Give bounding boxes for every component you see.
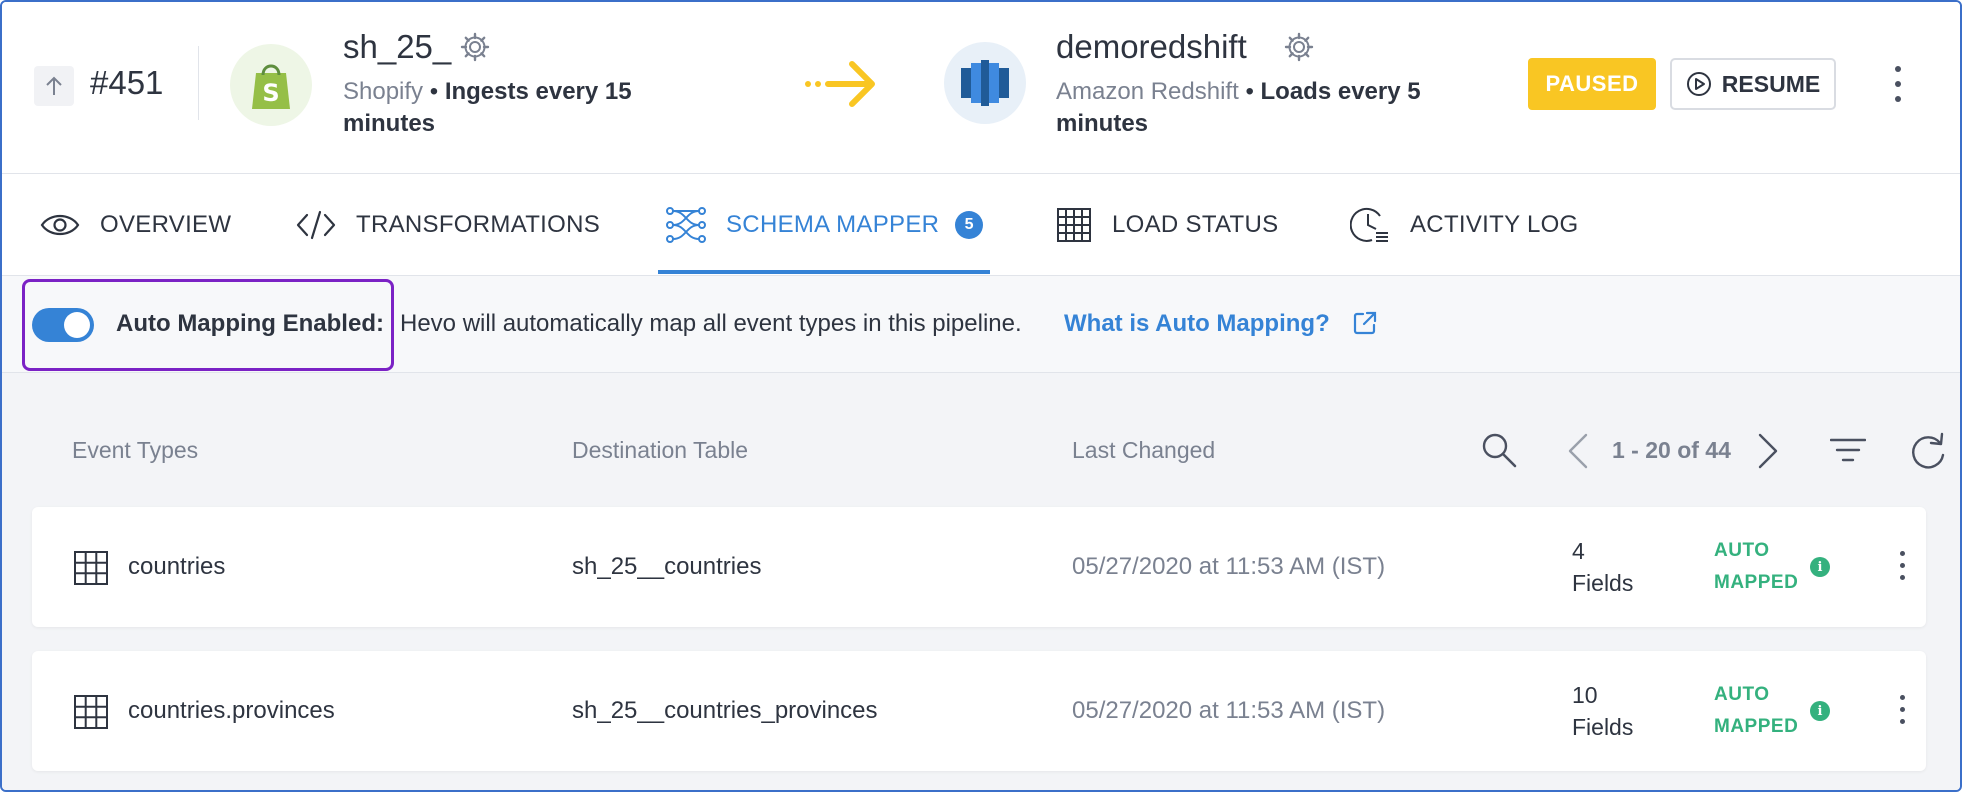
table-row[interactable]: countries.provinces sh_25__countries_pro…: [32, 651, 1926, 771]
tab-label: OVERVIEW: [100, 211, 232, 238]
status-badge: PAUSED: [1528, 58, 1656, 110]
tab-overview[interactable]: OVERVIEW: [40, 174, 231, 276]
mapping-status-line1: AUTO: [1714, 540, 1770, 561]
app-frame: #451 S sh_25_ Shopify • Ingests every 15…: [0, 0, 1962, 792]
destination-meta: Amazon Redshift • Loads every 5 minutes: [1056, 76, 1476, 140]
mapping-status: AUTO MAPPED: [1714, 679, 1804, 743]
schema-count-badge: 5: [955, 211, 984, 239]
auto-mapping-help-link[interactable]: What is Auto Mapping?: [1064, 310, 1330, 338]
more-options-icon[interactable]: [1886, 62, 1910, 106]
tab-transformations[interactable]: TRANSFORMATIONS: [296, 174, 600, 276]
refresh-icon[interactable]: [1908, 431, 1948, 476]
last-changed-date: 05/27/2020 at 11:53 AM (IST): [1072, 697, 1386, 724]
arrow-up-icon: [46, 76, 62, 95]
table-grid-icon: [74, 551, 108, 590]
code-icon: [296, 210, 336, 240]
column-header-event-types[interactable]: Event Types: [72, 437, 198, 464]
tab-label: SCHEMA MAPPER: [726, 211, 940, 238]
column-header-last-changed[interactable]: Last Changed: [1072, 437, 1215, 464]
table-row[interactable]: countries sh_25__countries 05/27/2020 at…: [32, 507, 1926, 627]
resume-button[interactable]: RESUME: [1670, 58, 1836, 110]
schema-icon: [666, 207, 706, 243]
resume-label: RESUME: [1721, 70, 1821, 97]
source-separator: •: [429, 78, 439, 105]
source-settings-gear-icon[interactable]: [460, 32, 490, 67]
header-divider: [198, 46, 199, 120]
grid-icon: [1057, 208, 1091, 242]
info-icon[interactable]: i: [1810, 701, 1830, 721]
shopify-bag-icon: S: [230, 44, 312, 126]
auto-mapping-banner: Auto Mapping Enabled: Hevo will automati…: [2, 276, 1960, 373]
pipeline-header: #451 S sh_25_ Shopify • Ingests every 15…: [2, 2, 1960, 174]
pipeline-id: #451: [90, 64, 164, 101]
previous-page-icon[interactable]: [1566, 433, 1590, 474]
table-grid-icon: [74, 695, 108, 734]
fields-label: Fields: [1572, 570, 1634, 596]
source-type: Shopify: [343, 78, 424, 105]
tab-label: LOAD STATUS: [1112, 211, 1279, 238]
redshift-icon: [944, 42, 1026, 124]
tab-label: TRANSFORMATIONS: [356, 211, 601, 238]
active-tab-indicator: [658, 270, 990, 274]
mapping-status-line2: MAPPED: [1714, 572, 1799, 593]
mapping-status-line2: MAPPED: [1714, 716, 1799, 737]
svg-text:S: S: [262, 79, 279, 107]
pagination-range: 1 - 20 of 44: [1612, 437, 1731, 463]
mapping-status-line1: AUTO: [1714, 684, 1770, 705]
schema-table-area: Event Types Destination Table Last Chang…: [2, 373, 1960, 790]
event-type-name[interactable]: countries.provinces: [128, 697, 335, 725]
search-icon[interactable]: [1480, 431, 1518, 474]
clock-log-icon: [1350, 207, 1388, 242]
fields-label: Fields: [1572, 714, 1634, 740]
last-changed-date: 05/27/2020 at 11:53 AM (IST): [1072, 553, 1386, 580]
back-up-button[interactable]: [34, 66, 74, 106]
play-circle-icon: [1686, 72, 1711, 96]
fields-count: 10 Fields: [1572, 679, 1652, 743]
fields-number: 10: [1572, 682, 1598, 708]
tab-activity-log[interactable]: ACTIVITY LOG: [1350, 174, 1579, 276]
destination-separator: •: [1245, 78, 1254, 105]
row-more-options-icon[interactable]: [1894, 691, 1910, 727]
tab-load-status[interactable]: LOAD STATUS: [1056, 174, 1278, 276]
filter-icon[interactable]: [1829, 437, 1867, 468]
destination-table-name: sh_25__countries: [572, 553, 762, 580]
auto-mapping-description: Hevo will automatically map all event ty…: [400, 310, 1022, 337]
event-type-name[interactable]: countries: [128, 553, 225, 581]
next-page-icon[interactable]: [1756, 433, 1780, 474]
pipeline-arrow-icon: [802, 54, 882, 119]
external-link-icon[interactable]: [1352, 310, 1378, 341]
eye-icon: [40, 214, 80, 236]
fields-count: 4 Fields: [1572, 535, 1652, 599]
source-meta: Shopify • Ingests every 15 minutes: [343, 76, 663, 140]
column-header-destination-table[interactable]: Destination Table: [572, 437, 748, 464]
toggle-knob: [64, 312, 90, 338]
destination-settings-gear-icon[interactable]: [1284, 32, 1314, 67]
pipeline-tabs: OVERVIEW TRANSFORMATIONS SCHEMA MAPPER 5: [2, 174, 1960, 276]
destination-name[interactable]: demoredshift: [1056, 28, 1247, 66]
auto-mapping-toggle[interactable]: [32, 308, 94, 342]
tab-label: ACTIVITY LOG: [1410, 211, 1579, 238]
destination-type: Amazon Redshift: [1056, 78, 1239, 105]
row-more-options-icon[interactable]: [1894, 547, 1910, 583]
mapping-status: AUTO MAPPED: [1714, 535, 1804, 599]
destination-table-name: sh_25__countries_provinces: [572, 697, 878, 724]
source-name[interactable]: sh_25_: [343, 28, 451, 66]
info-icon[interactable]: i: [1810, 557, 1830, 577]
auto-mapping-label: Auto Mapping Enabled:: [116, 310, 384, 337]
tab-schema-mapper[interactable]: SCHEMA MAPPER 5: [666, 174, 984, 276]
fields-number: 4: [1572, 538, 1585, 564]
